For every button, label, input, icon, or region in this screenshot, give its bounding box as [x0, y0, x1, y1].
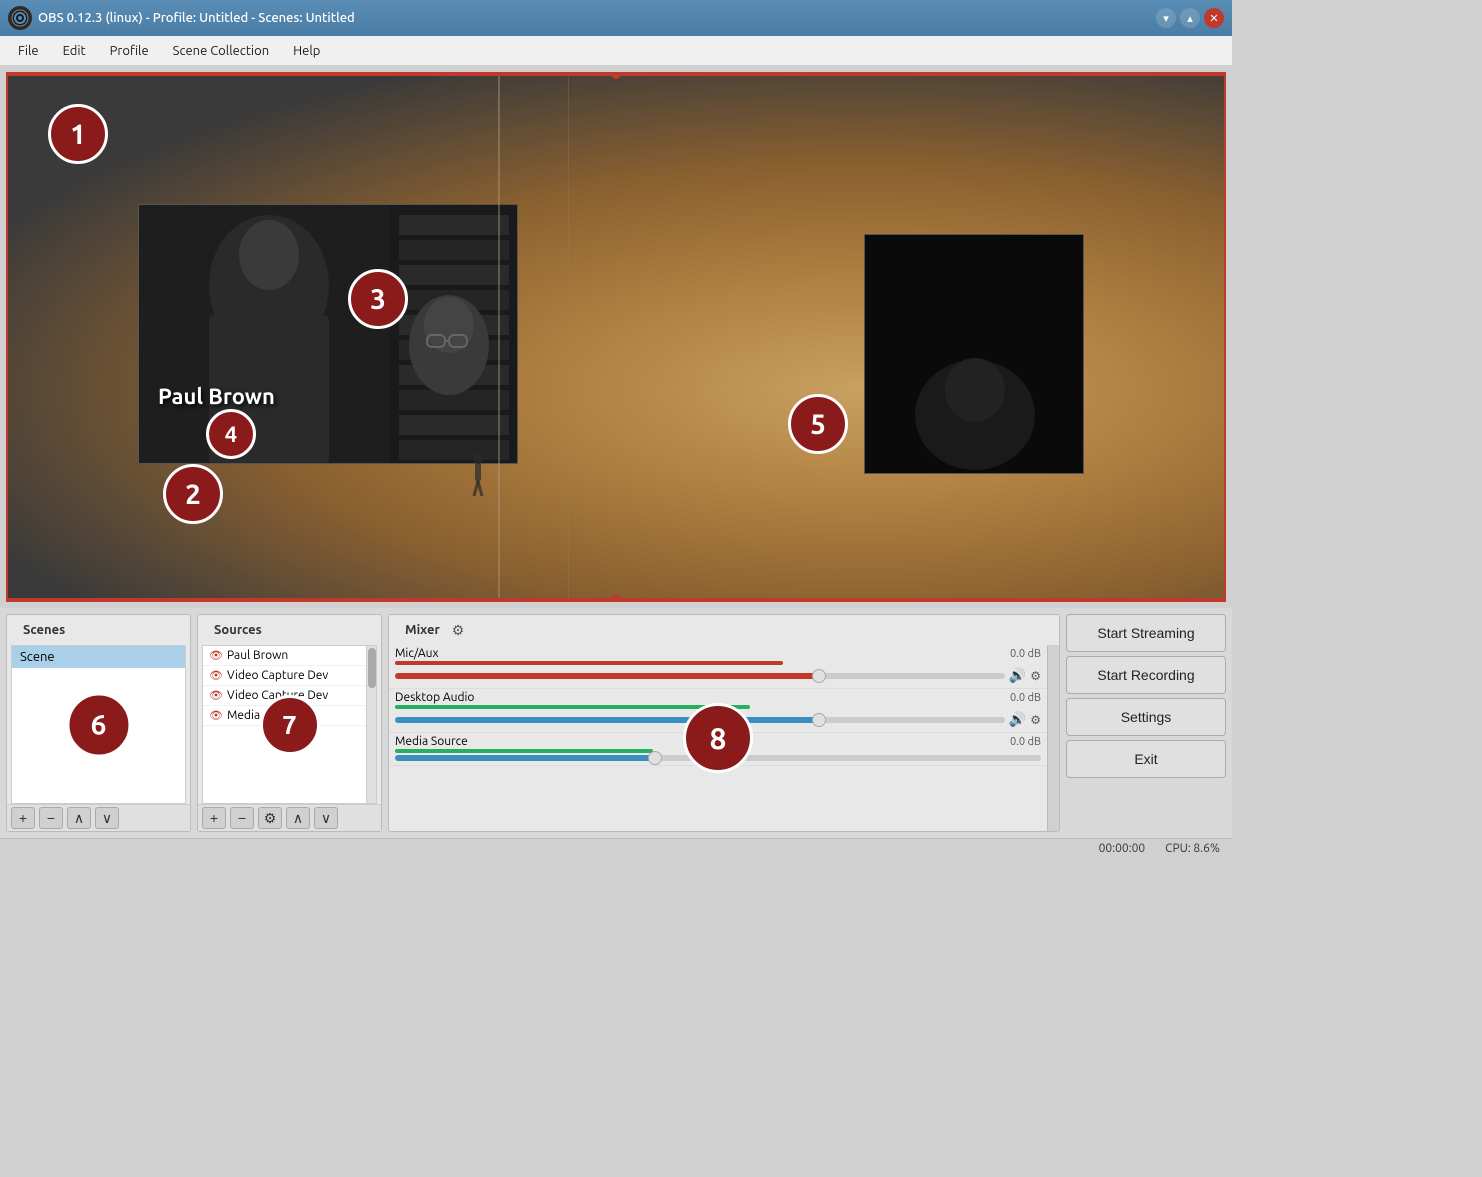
- sources-toolbar: + − ⚙ ∧ ∨: [198, 804, 381, 831]
- scenes-panel-title: Scenes: [15, 619, 73, 641]
- mixer-gear-icon[interactable]: ⚙: [452, 622, 465, 639]
- source-visibility-icon-3[interactable]: 👁: [209, 689, 223, 702]
- mixer-mic-slider[interactable]: [395, 673, 1005, 679]
- sources-panel-title: Sources: [206, 619, 270, 641]
- mixer-desktop-vol-icon[interactable]: 🔊: [1009, 711, 1026, 728]
- controls-panel: Start Streaming Start Recording Settings…: [1066, 614, 1226, 832]
- titlebar-title: OBS 0.12.3 (linux) - Profile: Untitled -…: [38, 11, 355, 25]
- source-item-video-capture-1[interactable]: 👁 Video Capture Dev: [203, 666, 366, 686]
- badge-4: 4: [206, 409, 256, 459]
- sources-settings-btn[interactable]: ⚙: [258, 807, 282, 829]
- preview-area: Paul Brown 1 2 3 4 5: [6, 72, 1226, 602]
- scenes-panel: Scenes Scene 6 + − ∧ ∨: [6, 614, 191, 832]
- source-overlay-webcam: [138, 204, 518, 464]
- mixer-channel-mic-label: Mic/Aux: [395, 647, 439, 660]
- sources-panel: Sources 👁 Paul Brown 👁 Video Capture Dev…: [197, 614, 382, 832]
- menu-scene-collection[interactable]: Scene Collection: [163, 40, 279, 62]
- mixer-channel-desktop-db: 0.0 dB: [1010, 692, 1041, 704]
- settings-button[interactable]: Settings: [1066, 698, 1226, 736]
- sources-scrollbar-thumb[interactable]: [368, 648, 376, 688]
- mixer-mic-slider-row: 🔊 ⚙: [395, 667, 1041, 684]
- mixer-channel-desktop-label: Desktop Audio: [395, 691, 474, 704]
- mixer-channel-mic-db: 0.0 dB: [1010, 648, 1041, 660]
- badge-1: 1: [48, 104, 108, 164]
- mixer-inner: Mic/Aux 0.0 dB 🔊 ⚙ Desktop Audio 0.0 dB: [389, 645, 1059, 831]
- mixer-channels: Mic/Aux 0.0 dB 🔊 ⚙ Desktop Audio 0.0 dB: [389, 645, 1047, 831]
- preview-line-v2: [568, 74, 569, 600]
- statusbar: 00:00:00 CPU: 8.6%: [0, 838, 1232, 858]
- source-overlay-2: [864, 234, 1084, 474]
- scenes-list: Scene 6: [11, 645, 186, 804]
- sources-add-btn[interactable]: +: [202, 807, 226, 829]
- chevron-down-btn[interactable]: ▾: [1156, 8, 1176, 28]
- menu-profile[interactable]: Profile: [100, 40, 159, 62]
- scenes-add-btn[interactable]: +: [11, 807, 35, 829]
- menu-file[interactable]: File: [8, 40, 49, 62]
- mixer-panel-title: Mixer: [397, 619, 448, 641]
- preview-line-v1: [498, 74, 500, 600]
- mixer-panel: Mixer ⚙ Mic/Aux 0.0 dB 🔊 ⚙: [388, 614, 1060, 832]
- titlebar-controls: ▾ ▴ ✕: [1156, 8, 1224, 28]
- source-visibility-icon-4[interactable]: 👁: [209, 709, 223, 722]
- source-item-paul-brown[interactable]: 👁 Paul Brown: [203, 646, 366, 666]
- mixer-mic-gear-icon[interactable]: ⚙: [1030, 669, 1041, 683]
- status-cpu: CPU: 8.6%: [1165, 842, 1220, 855]
- source-visibility-icon[interactable]: 👁: [209, 649, 223, 662]
- source-visibility-icon-2[interactable]: 👁: [209, 669, 223, 682]
- source-overlay-webcam-bg: [139, 205, 517, 463]
- name-overlay: Paul Brown: [158, 384, 275, 409]
- status-time: 00:00:00: [1099, 842, 1146, 855]
- badge-2: 2: [163, 464, 223, 524]
- sources-scrollbar[interactable]: [366, 646, 376, 803]
- mixer-channel-mic-header: Mic/Aux 0.0 dB: [395, 647, 1041, 660]
- close-btn[interactable]: ✕: [1204, 8, 1224, 28]
- scenes-panel-header: Scenes: [7, 615, 190, 645]
- mixer-mic-vol-icon[interactable]: 🔊: [1009, 667, 1026, 684]
- sources-up-btn[interactable]: ∧: [286, 807, 310, 829]
- start-streaming-button[interactable]: Start Streaming: [1066, 614, 1226, 652]
- sources-remove-btn[interactable]: −: [230, 807, 254, 829]
- mixer-channel-media-db: 0.0 dB: [1010, 736, 1041, 748]
- scenes-toolbar: + − ∧ ∨: [7, 804, 190, 831]
- badge-5: 5: [788, 394, 848, 454]
- mixer-channel-mic-aux: Mic/Aux 0.0 dB 🔊 ⚙: [389, 645, 1047, 689]
- mixer-panel-header: Mixer ⚙: [389, 615, 1059, 645]
- sources-down-btn[interactable]: ∨: [314, 807, 338, 829]
- preview-bottom-dot: [611, 595, 621, 602]
- start-recording-button[interactable]: Start Recording: [1066, 656, 1226, 694]
- badge-3: 3: [348, 269, 408, 329]
- titlebar-left: OBS 0.12.3 (linux) - Profile: Untitled -…: [8, 6, 355, 30]
- badge-7: 7: [260, 695, 320, 755]
- scenes-down-btn[interactable]: ∨: [95, 807, 119, 829]
- mixer-mic-level-bar: [395, 661, 783, 665]
- obs-logo: [8, 6, 32, 30]
- menu-help[interactable]: Help: [283, 40, 330, 62]
- source-overlay-2-bg: [865, 235, 1083, 473]
- badge-8: 8: [683, 703, 753, 773]
- mixer-channel-media-label: Media Source: [395, 735, 468, 748]
- scene-item[interactable]: Scene: [12, 646, 185, 668]
- menubar: File Edit Profile Scene Collection Help: [0, 36, 1232, 66]
- preview-silhouette: [468, 450, 488, 500]
- menu-edit[interactable]: Edit: [53, 40, 96, 62]
- bottom-panel: Scenes Scene 6 + − ∧ ∨ Sources 👁 Paul Br…: [0, 608, 1232, 838]
- scenes-up-btn[interactable]: ∧: [67, 807, 91, 829]
- titlebar: OBS 0.12.3 (linux) - Profile: Untitled -…: [0, 0, 1232, 36]
- sources-panel-header: Sources: [198, 615, 381, 645]
- mixer-desktop-gear-icon[interactable]: ⚙: [1030, 713, 1041, 727]
- sources-list-container: 👁 Paul Brown 👁 Video Capture Dev 👁 Video…: [202, 645, 377, 804]
- minimize-btn[interactable]: ▴: [1180, 8, 1200, 28]
- scenes-remove-btn[interactable]: −: [39, 807, 63, 829]
- exit-button[interactable]: Exit: [1066, 740, 1226, 778]
- mixer-scrollbar[interactable]: [1047, 645, 1059, 831]
- badge-6: 6: [66, 692, 131, 757]
